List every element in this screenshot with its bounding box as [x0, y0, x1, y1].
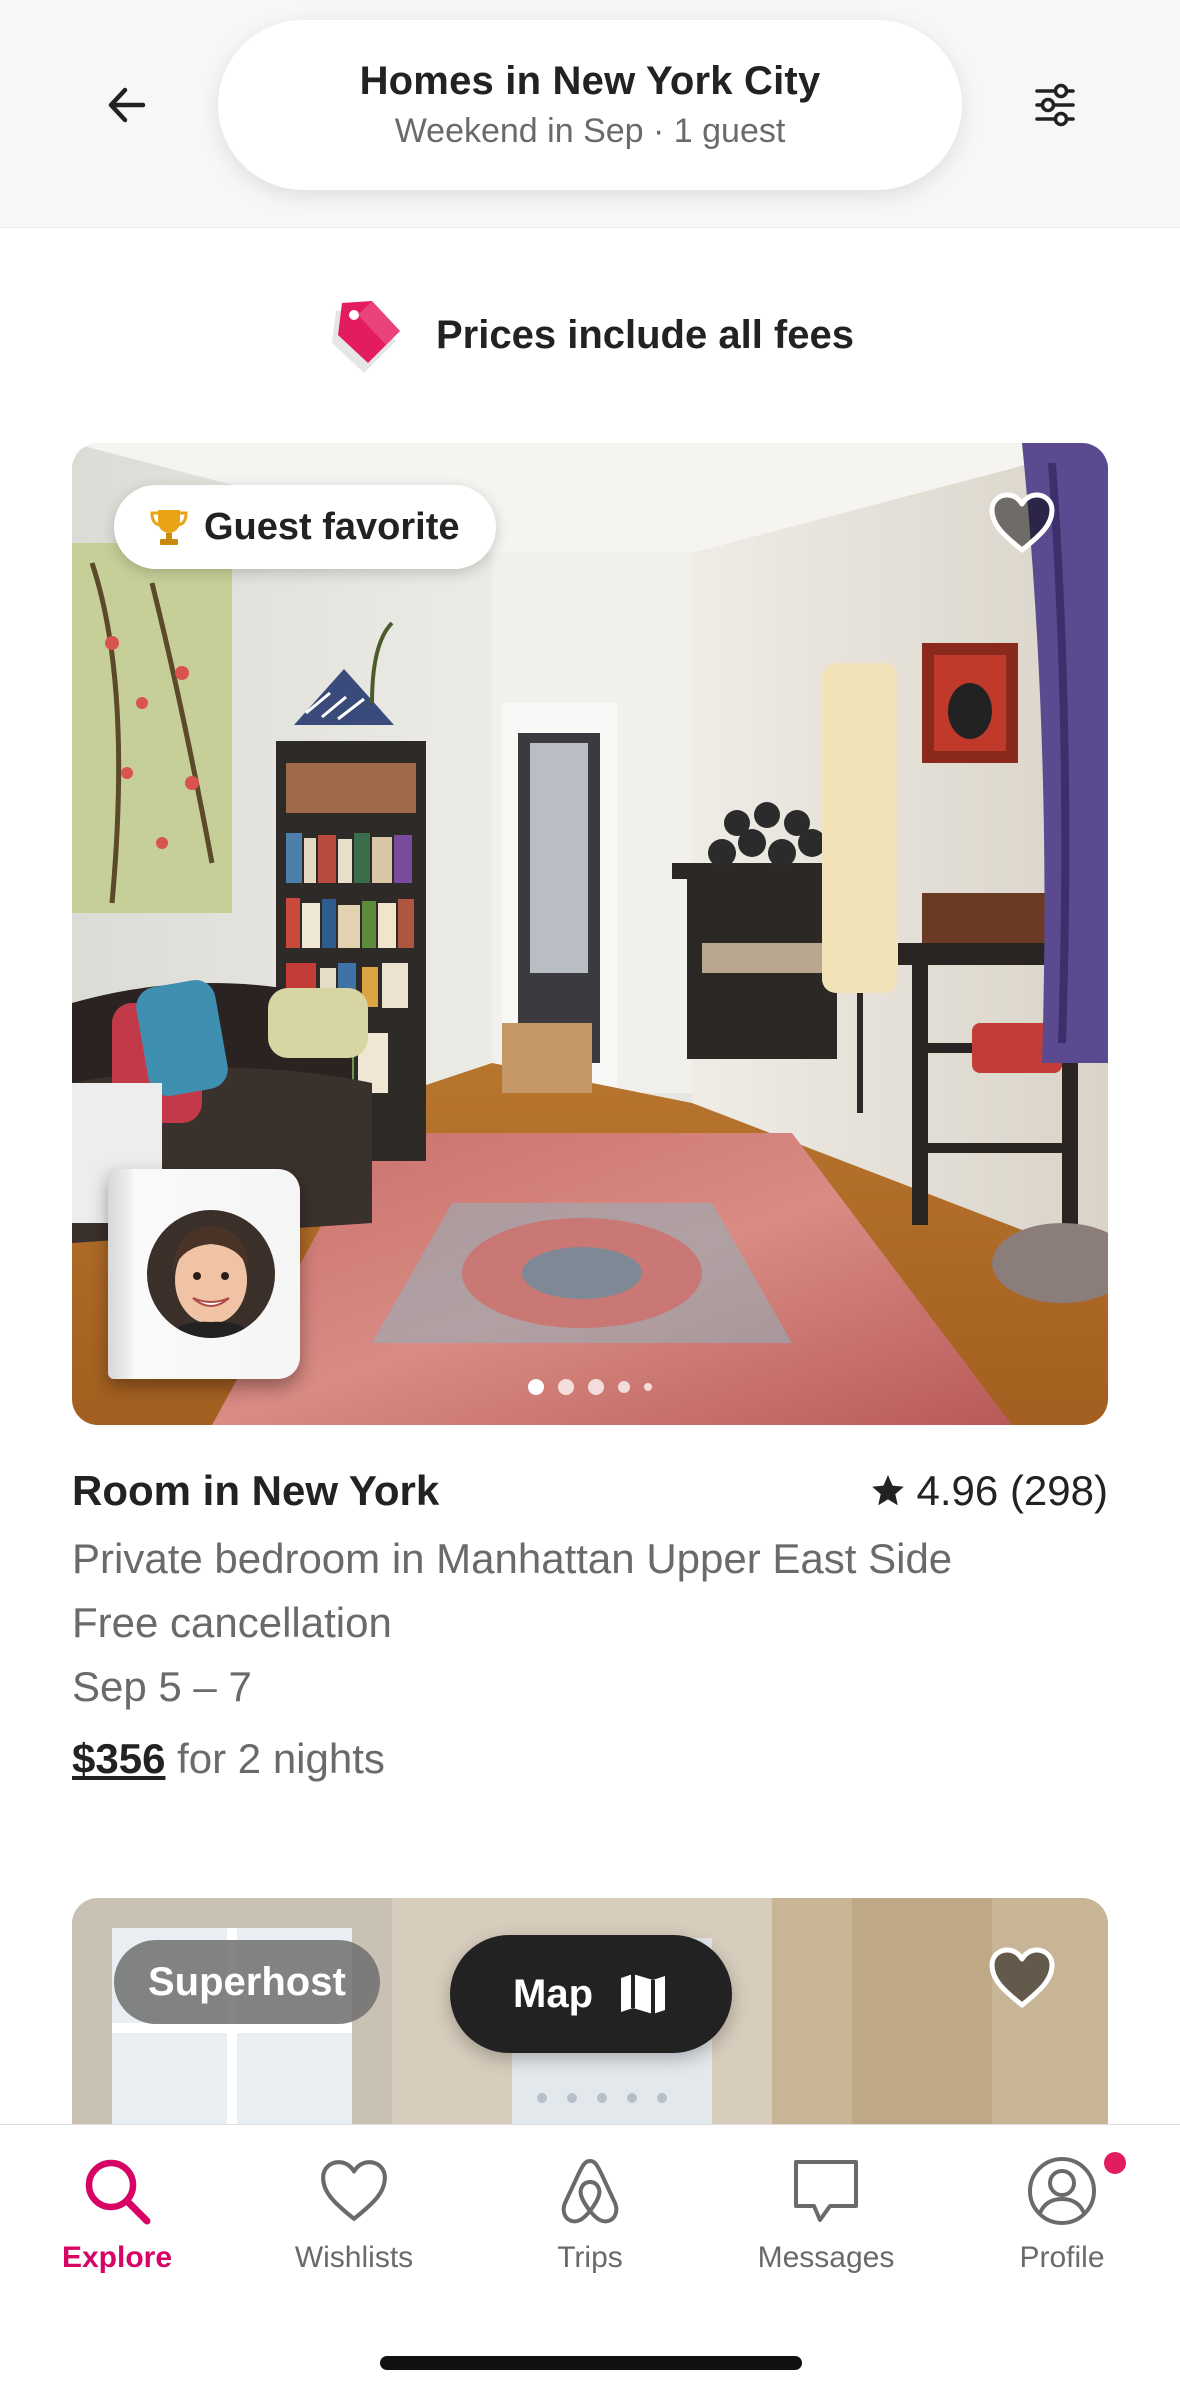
- home-indicator[interactable]: [380, 2356, 802, 2370]
- nav-explore-label: Explore: [61, 2241, 173, 2274]
- fees-banner: Prices include all fees: [0, 290, 1180, 380]
- carousel-dot: [644, 1383, 652, 1391]
- heart-icon: [989, 492, 1055, 553]
- cancellation-policy: Free cancellation: [72, 1599, 392, 1646]
- heart-icon: [321, 2160, 387, 2221]
- search-title: Homes in New York City: [359, 59, 821, 103]
- carousel-dot: [618, 1381, 630, 1393]
- nav-trips-label: Trips: [557, 2241, 623, 2274]
- fees-banner-text: Prices include all fees: [436, 312, 854, 357]
- nav-wishlists[interactable]: Wishlists: [254, 2151, 454, 2275]
- trophy-icon: [150, 510, 188, 545]
- listing-info[interactable]: Room in New York 4.96 (298) Private bedr…: [72, 1455, 1108, 1795]
- heart-icon: [989, 1947, 1055, 2008]
- listing-description: Private bedroom in Manhattan Upper East …: [72, 1535, 953, 1582]
- back-button[interactable]: [92, 70, 162, 140]
- search-subtitle: Weekend in Sep · 1 guest: [394, 112, 786, 150]
- listing-dates: Sep 5 – 7: [72, 1663, 252, 1710]
- wishlist-heart-button-2[interactable]: [982, 1938, 1062, 2018]
- listing-title: Room in New York: [72, 1467, 440, 1514]
- sliders-icon: [1035, 83, 1075, 127]
- total-price[interactable]: $356: [72, 1735, 165, 1782]
- price-suffix: for 2 nights: [165, 1735, 385, 1782]
- star-icon: [871, 1475, 904, 1506]
- carousel-dot-active: [528, 1379, 544, 1395]
- map-button[interactable]: Map: [450, 1935, 732, 2053]
- nav-messages-label: Messages: [757, 2241, 895, 2274]
- message-icon: [794, 2160, 858, 2222]
- search-icon: [85, 2159, 151, 2225]
- nav-explore[interactable]: Explore: [17, 2151, 217, 2275]
- host-avatar: [147, 1210, 275, 1338]
- price-row: $356 for 2 nights: [72, 1723, 1108, 1795]
- nav-wishlists-label: Wishlists: [294, 2241, 414, 2274]
- profile-icon: [1028, 2157, 1096, 2225]
- arrow-left-icon: [108, 87, 146, 123]
- nav-profile[interactable]: Profile: [962, 2151, 1162, 2275]
- nav-messages[interactable]: Messages: [726, 2151, 926, 2275]
- map-icon: [621, 1974, 665, 2014]
- search-summary-pill[interactable]: Homes in New York City Weekend in Sep · …: [218, 20, 962, 190]
- airbnb-logo-icon: [561, 2159, 619, 2224]
- price-tag-icon: [332, 301, 400, 373]
- nav-profile-label: Profile: [1019, 2241, 1105, 2274]
- filters-button[interactable]: [1020, 70, 1090, 140]
- map-button-label: Map: [513, 1971, 593, 2016]
- rating-value: 4.96 (298): [916, 1467, 1108, 1514]
- carousel-dot: [588, 1379, 604, 1395]
- superhost-badge: Superhost: [114, 1940, 380, 2024]
- listing-rating: 4.96 (298): [869, 1467, 1108, 1515]
- carousel-dot: [558, 1379, 574, 1395]
- listing-photo[interactable]: Guest favorite: [72, 443, 1108, 1425]
- guest-favorite-label: Guest favorite: [204, 505, 460, 548]
- profile-notification-dot: [1104, 2152, 1126, 2174]
- host-profile-card[interactable]: [108, 1169, 300, 1379]
- guest-favorite-badge: Guest favorite: [114, 485, 496, 569]
- nav-trips[interactable]: Trips: [490, 2151, 690, 2275]
- superhost-label: Superhost: [148, 1959, 346, 2004]
- photo-carousel-dots: [72, 1379, 1108, 1395]
- wishlist-heart-button[interactable]: [982, 483, 1062, 563]
- top-header: Homes in New York City Weekend in Sep · …: [0, 0, 1180, 228]
